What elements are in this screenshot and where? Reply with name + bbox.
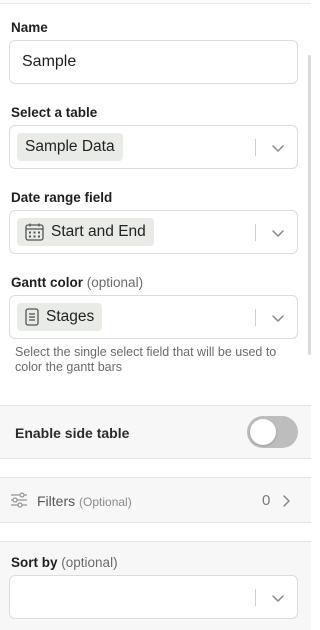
side-table-row: Enable side table [0,405,311,459]
sort-by-select[interactable] [9,575,298,619]
calendar-icon [25,223,44,241]
name-label: Name [11,20,48,35]
select-divider [255,139,256,156]
table-chip: Sample Data [17,133,123,161]
sort-by-label: Sort by (optional) [11,555,118,570]
table-label: Select a table [11,105,98,120]
date-range-select[interactable]: Start and End [9,210,298,254]
chevron-down-icon[interactable] [271,141,285,155]
side-table-label: Enable side table [15,425,130,441]
top-divider [0,0,311,4]
sliders-icon [10,492,28,513]
select-divider [255,309,256,326]
filters-row[interactable]: Filters (Optional) 0 [0,477,311,523]
table-select[interactable]: Sample Data [9,125,298,169]
chevron-down-icon[interactable] [271,226,285,240]
select-divider [255,589,256,606]
select-divider [255,224,256,241]
name-field[interactable] [9,40,298,84]
date-range-chip: Start and End [17,218,154,246]
chevron-right-icon [283,495,290,507]
side-table-toggle[interactable] [247,416,298,448]
gantt-color-select[interactable]: Stages [9,295,298,339]
name-input[interactable] [10,41,297,83]
scrollbar[interactable] [308,55,311,355]
date-range-label: Date range field [11,190,113,205]
gantt-color-helper-text: Select the single select field that will… [15,345,277,374]
chevron-down-icon[interactable] [271,311,285,325]
filters-label: Filters (Optional) [37,493,132,509]
filters-count: 0 [262,492,271,509]
gantt-color-chip: Stages [17,303,103,331]
toggle-knob [250,419,276,445]
gantt-color-label: Gantt color (optional) [11,275,144,290]
chevron-down-icon[interactable] [271,591,285,605]
single-select-icon [25,308,39,326]
